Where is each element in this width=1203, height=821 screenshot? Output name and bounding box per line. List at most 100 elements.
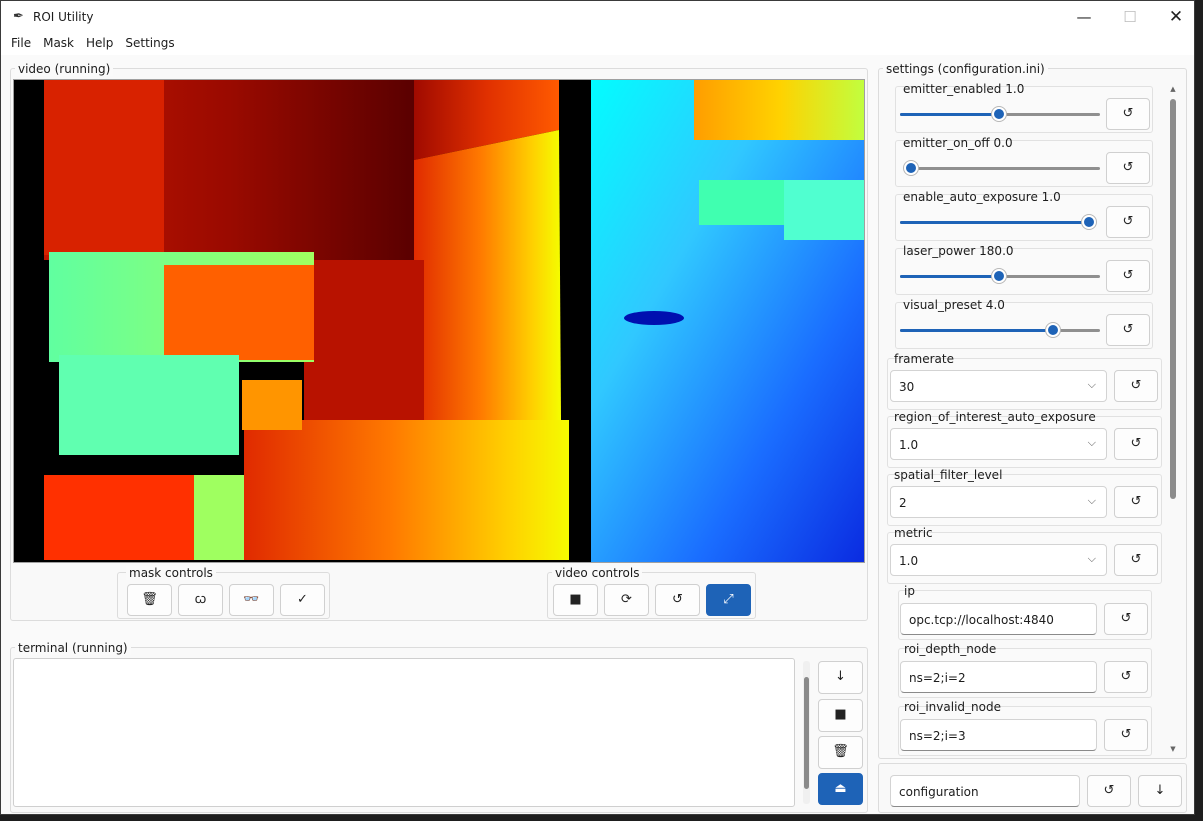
reload-icon: ↺ bbox=[1103, 783, 1115, 798]
trash-icon: 🗑 bbox=[141, 592, 158, 607]
reset-icon: ↺ bbox=[1130, 378, 1142, 393]
reset-roi-depth-node-button[interactable]: ↺ bbox=[1104, 661, 1148, 693]
ip-input[interactable]: opc.tcp://localhost:4840 bbox=[900, 603, 1097, 635]
spatial-filter-level-select[interactable]: 2 ⌵ bbox=[890, 486, 1107, 518]
maximize-button[interactable]: ☐ bbox=[1107, 1, 1153, 33]
close-button[interactable]: ✕ bbox=[1153, 1, 1194, 33]
reset-enable-auto-exposure-button[interactable]: ↺ bbox=[1106, 206, 1150, 238]
slider-handle[interactable] bbox=[992, 269, 1006, 283]
scroll-down-button[interactable]: ↓ bbox=[818, 661, 863, 694]
reset-roi-invalid-node-button[interactable]: ↺ bbox=[1104, 719, 1148, 751]
menu-mask[interactable]: Mask bbox=[37, 33, 80, 53]
expand-icon: ⤢ bbox=[723, 592, 734, 607]
download-icon: ↓ bbox=[1154, 783, 1166, 798]
settings-scrollbar-thumb[interactable] bbox=[1170, 99, 1176, 499]
slider-handle[interactable] bbox=[1082, 215, 1096, 229]
stop-terminal-button[interactable]: ■ bbox=[818, 699, 863, 732]
title-bar: ✒ ROI Utility — ☐ ✕ bbox=[1, 1, 1194, 33]
reload-config-button[interactable]: ↺ bbox=[1087, 775, 1131, 807]
reset-icon: ↺ bbox=[1120, 727, 1132, 742]
setting-label: emitter_on_off 0.0 bbox=[903, 136, 1013, 150]
minimize-button[interactable]: — bbox=[1061, 1, 1107, 33]
input-value: opc.tcp://localhost:4840 bbox=[909, 613, 1054, 627]
view-mask-button[interactable]: 👓 bbox=[229, 584, 274, 616]
video-feed[interactable] bbox=[13, 79, 865, 563]
visual-preset-slider[interactable] bbox=[900, 329, 1100, 332]
setting-label: spatial_filter_level bbox=[894, 468, 1003, 482]
config-name-input[interactable]: configuration bbox=[890, 775, 1080, 807]
save-config-button[interactable]: ↓ bbox=[1138, 775, 1182, 807]
setting-label: emitter_enabled 1.0 bbox=[903, 82, 1025, 96]
reset-ip-button[interactable]: ↺ bbox=[1104, 603, 1148, 635]
menu-settings[interactable]: Settings bbox=[119, 33, 180, 53]
reset-icon: ↺ bbox=[1120, 669, 1132, 684]
reset-icon: ↺ bbox=[1120, 611, 1132, 626]
slider-handle[interactable] bbox=[904, 161, 918, 175]
reset-framerate-button[interactable]: ↺ bbox=[1114, 370, 1158, 402]
metric-select[interactable]: 1.0 ⌵ bbox=[890, 544, 1107, 576]
setting-label: roi_depth_node bbox=[904, 642, 997, 656]
roi-invalid-node-input[interactable]: ns=2;i=3 bbox=[900, 719, 1097, 751]
trash-icon: 🗑 bbox=[832, 744, 849, 759]
arrow-down-icon: ↓ bbox=[835, 669, 846, 684]
glasses-icon: 👓 bbox=[243, 592, 260, 607]
reset-metric-button[interactable]: ↺ bbox=[1114, 544, 1158, 576]
fullscreen-video-button[interactable]: ⤢ bbox=[706, 584, 751, 616]
setting-label: visual_preset 4.0 bbox=[903, 298, 1005, 312]
draw-icon: ꞷ bbox=[194, 592, 207, 607]
reset-icon: ↺ bbox=[1122, 214, 1134, 229]
scroll-down-icon[interactable]: ▼ bbox=[1167, 745, 1179, 753]
reset-icon: ↺ bbox=[1122, 106, 1134, 121]
restart-icon: ⟳ bbox=[621, 592, 632, 607]
menu-help[interactable]: Help bbox=[80, 33, 119, 53]
reset-emitter-on-off-button[interactable]: ↺ bbox=[1106, 152, 1150, 184]
chevron-down-icon: ⌵ bbox=[1087, 494, 1096, 507]
slider-fill bbox=[900, 275, 1000, 278]
terminal-panel-label: terminal (running) bbox=[15, 641, 131, 655]
reset-icon: ↺ bbox=[672, 592, 683, 607]
slider-handle[interactable] bbox=[1046, 323, 1060, 337]
reset-spatial-filter-level-button[interactable]: ↺ bbox=[1114, 486, 1158, 518]
chevron-down-icon: ⌵ bbox=[1087, 378, 1096, 391]
window-title: ROI Utility bbox=[33, 10, 94, 24]
draw-mask-button[interactable]: ꞷ bbox=[178, 584, 223, 616]
delete-mask-button[interactable]: 🗑 bbox=[127, 584, 172, 616]
reset-video-button[interactable]: ↺ bbox=[655, 584, 700, 616]
emitter-on-off-slider[interactable] bbox=[904, 167, 1100, 170]
slider-fill bbox=[900, 221, 1092, 224]
enable-auto-exposure-slider[interactable] bbox=[900, 221, 1092, 224]
terminal-output[interactable] bbox=[13, 658, 795, 807]
apply-mask-button[interactable]: ✓ bbox=[280, 584, 325, 616]
framerate-select[interactable]: 30 ⌵ bbox=[890, 370, 1107, 402]
reset-icon: ↺ bbox=[1130, 552, 1142, 567]
reset-icon: ↺ bbox=[1122, 160, 1134, 175]
chevron-down-icon: ⌵ bbox=[1087, 552, 1096, 565]
setting-label: roi_invalid_node bbox=[904, 700, 1001, 714]
setting-label: region_of_interest_auto_exposure bbox=[894, 410, 1096, 424]
reset-roi-auto-exposure-button[interactable]: ↺ bbox=[1114, 428, 1158, 460]
terminal-scrollbar-thumb[interactable] bbox=[804, 677, 809, 789]
clear-terminal-button[interactable]: 🗑 bbox=[818, 736, 863, 769]
scroll-up-icon[interactable]: ▲ bbox=[1167, 85, 1179, 93]
terminal-scrollbar[interactable] bbox=[803, 661, 810, 804]
select-value: 1.0 bbox=[899, 438, 919, 452]
menu-file[interactable]: File bbox=[1, 33, 37, 53]
video-controls-label: video controls bbox=[552, 566, 643, 580]
reset-visual-preset-button[interactable]: ↺ bbox=[1106, 314, 1150, 346]
slider-handle[interactable] bbox=[992, 107, 1006, 121]
reset-icon: ↺ bbox=[1130, 494, 1142, 509]
open-terminal-button[interactable]: ⏏ bbox=[818, 773, 863, 805]
restart-video-button[interactable]: ⟳ bbox=[604, 584, 649, 616]
reset-laser-power-button[interactable]: ↺ bbox=[1106, 260, 1150, 292]
stop-icon: ■ bbox=[834, 707, 847, 722]
select-value: 1.0 bbox=[899, 554, 919, 568]
feather-icon: ✒ bbox=[13, 9, 24, 24]
input-value: ns=2;i=2 bbox=[909, 671, 966, 685]
roi-depth-node-input[interactable]: ns=2;i=2 bbox=[900, 661, 1097, 693]
stop-video-button[interactable]: ■ bbox=[553, 584, 598, 616]
setting-label: laser_power 180.0 bbox=[903, 244, 1014, 258]
reset-emitter-enabled-button[interactable]: ↺ bbox=[1106, 98, 1150, 130]
settings-scrollbar[interactable]: ▲ ▼ bbox=[1167, 83, 1179, 755]
depth-image bbox=[14, 80, 864, 562]
roi-auto-exposure-select[interactable]: 1.0 ⌵ bbox=[890, 428, 1107, 460]
